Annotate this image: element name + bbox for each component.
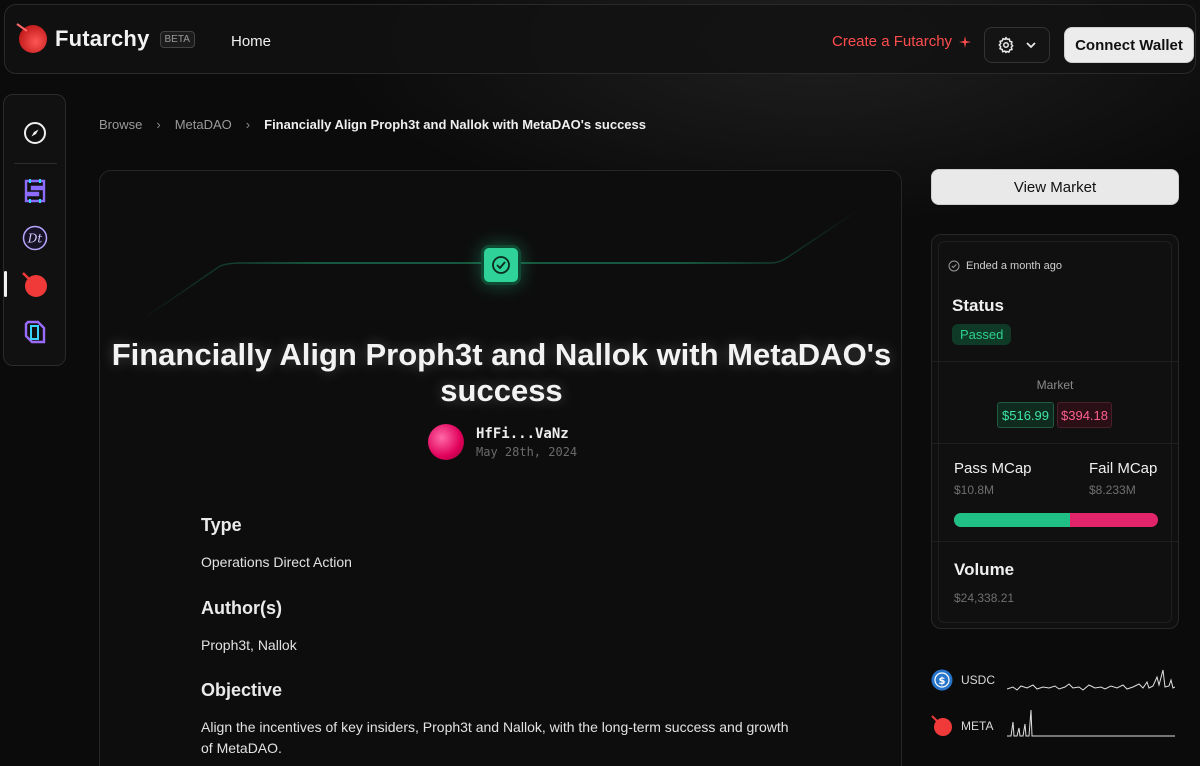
author-info[interactable]: HfFi...VaNz May 28th, 2024	[428, 424, 577, 460]
pass-mcap-value: $10.8M	[954, 483, 995, 497]
svg-text:Dt: Dt	[27, 232, 43, 246]
sidebar-divider	[14, 163, 57, 164]
sidebar-item-metadao[interactable]	[19, 269, 51, 301]
section-body-authors: Proph3t, Nallok	[201, 637, 297, 653]
check-circle-icon	[492, 256, 510, 274]
volume-value: $24,338.21	[954, 591, 1015, 605]
compass-icon	[24, 122, 46, 144]
usdc-sparkline	[1007, 669, 1175, 691]
meta-sparkline	[1007, 709, 1175, 737]
ended-indicator: Ended a month ago	[948, 260, 1062, 272]
metadao-icon	[22, 272, 47, 297]
divider	[932, 443, 1178, 444]
chevron-right-icon: ›	[245, 117, 251, 132]
section-body-type: Operations Direct Action	[201, 554, 352, 570]
left-sidebar: Dt	[3, 94, 66, 366]
sidebar-item-browse[interactable]	[19, 117, 51, 149]
token-row-usdc[interactable]: $ USDC	[931, 665, 1175, 695]
token-label-meta: META	[961, 719, 994, 733]
clock-check-icon	[948, 260, 960, 272]
gear-icon	[998, 36, 1014, 54]
market-status-card: Ended a month ago Status Passed Market $…	[931, 234, 1179, 629]
section-heading-objective: Objective	[201, 680, 283, 700]
chevron-right-icon: ›	[156, 117, 161, 132]
sidebar-item-dao-4[interactable]	[19, 316, 51, 348]
cube-icon	[24, 320, 46, 344]
ended-text: Ended a month ago	[966, 260, 1063, 272]
volume-label: Volume	[954, 560, 1015, 579]
sidebar-item-dao-2[interactable]: Dt	[19, 222, 51, 254]
breadcrumb-current: Financially Align Proph3t and Nallok wit…	[264, 117, 646, 132]
fail-price[interactable]: $394.18	[1057, 402, 1112, 428]
settings-button[interactable]	[984, 27, 1050, 63]
fail-mcap-label: Fail MCap	[1089, 460, 1158, 477]
proposal-card: Financially Align Proph3t and Nallok wit…	[99, 170, 902, 766]
proposal-title: Financially Align Proph3t and Nallok wit…	[111, 337, 892, 408]
token-row-meta[interactable]: META	[931, 708, 1175, 744]
top-navbar: Futarchy BETA Home Create a Futarchy Con…	[4, 4, 1196, 74]
create-futarchy-label: Create a Futarchy	[832, 33, 953, 50]
connect-wallet-button[interactable]: Connect Wallet	[1064, 27, 1194, 63]
sidebar-item-dao-1[interactable]	[19, 175, 51, 207]
chevron-down-icon	[1026, 42, 1036, 49]
meta-token-icon	[931, 715, 952, 736]
futarchy-logo-icon	[19, 25, 47, 53]
breadcrumb: Browse › MetaDAO › Financially Align Pro…	[99, 117, 646, 132]
logo[interactable]: Futarchy BETA	[19, 25, 195, 53]
divider	[932, 541, 1178, 542]
create-futarchy-link[interactable]: Create a Futarchy	[832, 33, 972, 50]
avatar	[428, 424, 464, 460]
breadcrumb-browse[interactable]: Browse	[99, 117, 142, 132]
status-label: Status	[952, 296, 1004, 315]
sparkle-icon	[959, 35, 972, 48]
mcap-pass-fill	[954, 513, 1070, 527]
token-label-usdc: USDC	[961, 673, 996, 687]
pass-price[interactable]: $516.99	[997, 402, 1054, 428]
beta-badge: BETA	[159, 30, 195, 48]
section-heading-type: Type	[201, 515, 242, 535]
passed-check-badge	[481, 245, 521, 285]
usdc-icon: $	[931, 669, 953, 691]
logo-text: Futarchy	[55, 26, 150, 51]
nav-home-link[interactable]: Home	[231, 33, 271, 50]
breadcrumb-metadao[interactable]: MetaDAO	[175, 117, 232, 132]
fail-mcap-value: $8.233M	[1089, 483, 1136, 497]
status-badge: Passed	[952, 324, 1012, 345]
author-address: HfFi...VaNz	[476, 425, 569, 442]
view-market-button[interactable]: View Market	[931, 169, 1179, 205]
mcap-ratio-bar	[954, 513, 1158, 527]
proposal-date: May 28th, 2024	[476, 444, 578, 459]
svg-text:$: $	[939, 676, 946, 687]
pass-mcap-label: Pass MCap	[954, 460, 1032, 477]
divider	[932, 361, 1178, 362]
section-heading-authors: Author(s)	[201, 598, 282, 618]
dao-s-icon	[24, 179, 46, 203]
market-label: Market	[1036, 378, 1074, 392]
section-body-objective: Align the incentives of key insiders, Pr…	[201, 719, 789, 756]
sidebar-active-indicator	[4, 271, 7, 297]
dl-icon: Dt	[22, 225, 48, 251]
